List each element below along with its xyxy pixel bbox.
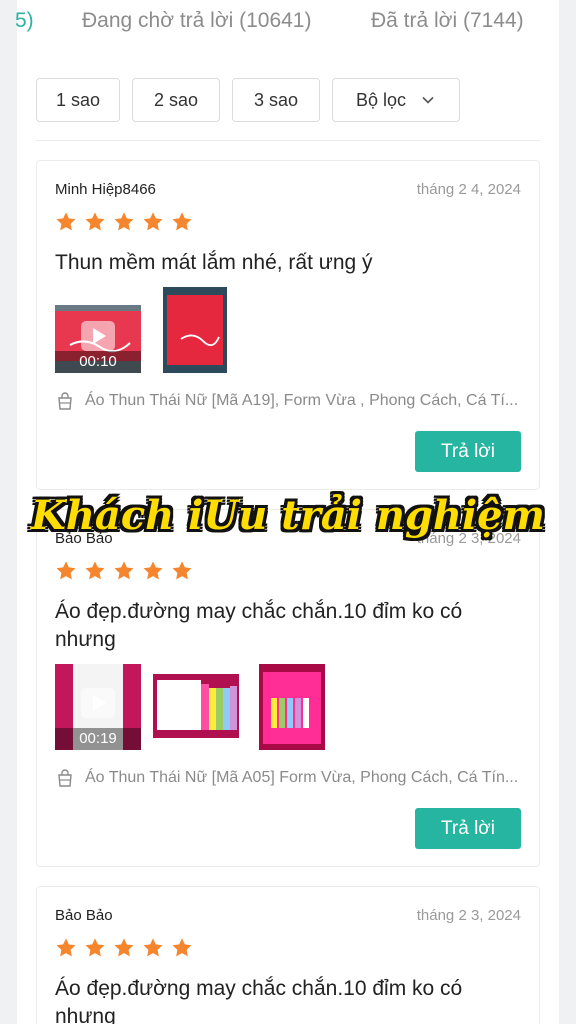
star-icon (56, 212, 76, 231)
star-icon (114, 561, 134, 580)
review-photo[interactable] (259, 664, 325, 750)
review-card: Bảo Bảo tháng 2 3, 2024 Áo đẹp.đường may… (36, 509, 540, 867)
review-video[interactable]: 00:10 (55, 305, 141, 373)
star-icon (143, 938, 163, 957)
star-icon (85, 938, 105, 957)
filter-dropdown-label: Bộ lọc (355, 89, 407, 110)
star-rating (55, 560, 193, 582)
video-duration: 00:10 (55, 351, 141, 373)
review-text: Áo đẹp.đường may chắc chắn.10 đỉm ko có … (55, 600, 463, 651)
star-icon (172, 938, 192, 957)
star-icon (143, 561, 163, 580)
star-icon (85, 212, 105, 231)
review-text: Áo đẹp.đường may chắc chắn.10 đỉm ko có … (55, 977, 463, 1024)
star-icon (143, 212, 163, 231)
product-info: Áo Thun Thái Nữ [Mã A19], Form Vừa , Pho… (55, 391, 518, 411)
filter-dropdown[interactable]: Bộ lọc (332, 78, 460, 122)
star-icon (114, 938, 134, 957)
star-icon (114, 212, 134, 231)
reply-button[interactable]: Trả lời (415, 431, 521, 472)
review-date: tháng 2 4, 2024 (416, 181, 521, 198)
reviewer-name: Bảo Bảo (55, 907, 113, 924)
review-tabs: 5) Đang chờ trả lời (10641) Đã trả lời (… (15, 0, 559, 44)
product-info: Áo Thun Thái Nữ [Mã A05] Form Vừa, Phong… (55, 768, 518, 788)
star-icon (172, 212, 192, 231)
star-rating (55, 211, 193, 233)
product-name: Áo Thun Thái Nữ [Mã A19], Form Vừa , Pho… (85, 392, 519, 409)
video-duration: 00:19 (55, 728, 141, 750)
review-card: Minh Hiệp8466 tháng 2 4, 2024 Thun mềm m… (36, 160, 540, 490)
filter-1-star[interactable]: 1 sao (36, 78, 120, 122)
filter-3-star[interactable]: 3 sao (232, 78, 320, 122)
star-icon (56, 938, 76, 957)
reply-button[interactable]: Trả lời (415, 808, 521, 849)
video-caption-overlay: Khách iUu trải nghiệm (31, 492, 545, 539)
chevron-down-icon (422, 96, 434, 104)
divider (36, 140, 540, 141)
star-icon (56, 561, 76, 580)
tab-replied[interactable]: Đã trả lời (7144) (371, 9, 524, 33)
review-date: tháng 2 3, 2024 (416, 907, 521, 924)
review-card: Bảo Bảo tháng 2 3, 2024 Áo đẹp.đường may… (36, 886, 540, 1024)
photo-thumbnail-image (153, 674, 239, 738)
review-text: Thun mềm mát lắm nhé, rất ưng ý (55, 251, 373, 274)
photo-thumbnail-image (259, 664, 325, 750)
play-icon[interactable] (81, 687, 115, 718)
review-video[interactable]: 00:19 (55, 664, 141, 750)
star-icon (85, 561, 105, 580)
star-rating (55, 937, 193, 959)
shopping-bag-icon (58, 769, 72, 787)
rating-filters: 1 sao 2 sao 3 sao Bộ lọc (36, 78, 540, 122)
tab-all[interactable]: 5) (15, 9, 34, 33)
filter-2-star[interactable]: 2 sao (132, 78, 220, 122)
photo-thumbnail-image (163, 287, 227, 373)
tab-pending-reply[interactable]: Đang chờ trả lời (10641) (82, 9, 311, 33)
star-icon (172, 561, 192, 580)
shopping-bag-icon (58, 392, 72, 410)
product-name: Áo Thun Thái Nữ [Mã A05] Form Vừa, Phong… (85, 769, 519, 786)
review-photo[interactable] (163, 287, 227, 373)
play-icon[interactable] (81, 320, 115, 351)
review-photo[interactable] (153, 674, 239, 738)
reviewer-name: Minh Hiệp8466 (55, 181, 156, 198)
